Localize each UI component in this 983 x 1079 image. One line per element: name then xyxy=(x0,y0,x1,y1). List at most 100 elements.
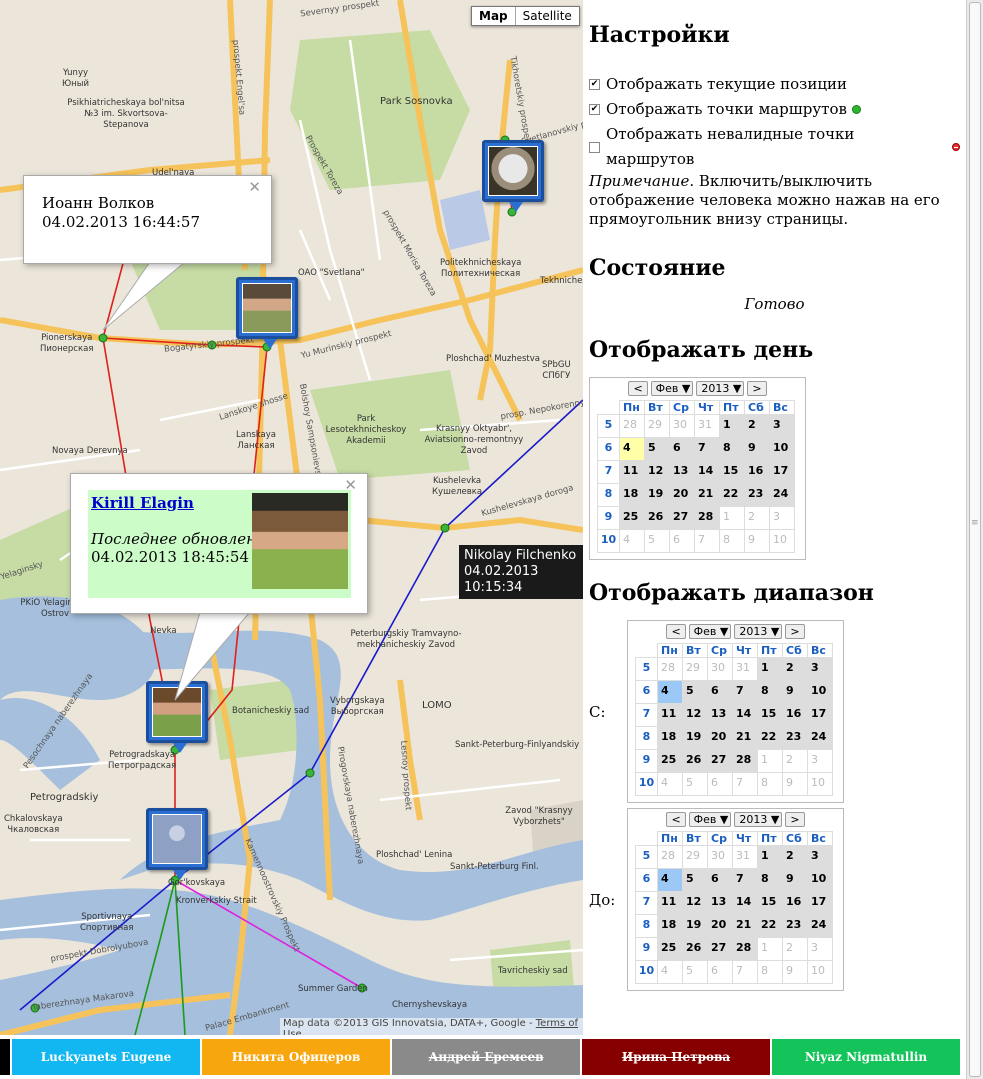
calendar-day[interactable]: 25 xyxy=(657,749,683,773)
calendar-day[interactable]: 30 xyxy=(707,657,733,681)
calendar-day[interactable]: 13 xyxy=(669,460,695,484)
person-toggle[interactable]: Niyaz Nigmatullin xyxy=(772,1039,962,1075)
calendar-day[interactable]: 3 xyxy=(807,657,833,681)
prev-month-button[interactable]: < xyxy=(666,812,686,827)
calendar-day[interactable]: 3 xyxy=(807,749,833,773)
calendar-day[interactable]: 7 xyxy=(732,868,758,892)
calendar-day[interactable]: 1 xyxy=(757,657,783,681)
map[interactable]: Yunyy Юный Psikhiatricheskaya bol'nitsa №… xyxy=(0,0,583,1035)
person-toggle[interactable]: Luckyanets Eugene xyxy=(12,1039,202,1075)
week-number[interactable]: 8 xyxy=(635,726,658,750)
scrollbar[interactable]: ≡ xyxy=(966,0,983,1079)
week-number[interactable]: 6 xyxy=(597,437,620,461)
calendar-day[interactable]: 5 xyxy=(682,960,708,984)
calendar-day[interactable]: 10 xyxy=(769,437,795,461)
week-number[interactable]: 10 xyxy=(597,529,620,553)
calendar-day[interactable]: 13 xyxy=(707,703,733,727)
month-select[interactable]: Фев ▼ xyxy=(688,624,732,639)
calendar-day[interactable]: 5 xyxy=(682,868,708,892)
calendar-day[interactable]: 7 xyxy=(732,772,758,796)
calendar-day[interactable]: 14 xyxy=(732,891,758,915)
calendar-day[interactable]: 17 xyxy=(807,703,833,727)
calendar-day[interactable]: 6 xyxy=(707,960,733,984)
calendar-day[interactable]: 4 xyxy=(657,960,683,984)
person-link[interactable]: Kirill Elagin xyxy=(91,494,194,512)
close-icon[interactable]: ✕ xyxy=(248,178,261,196)
next-month-button[interactable]: > xyxy=(747,381,767,396)
calendar-day[interactable]: 1 xyxy=(757,937,783,961)
calendar-day[interactable]: 27 xyxy=(707,749,733,773)
calendar-day[interactable]: 5 xyxy=(682,772,708,796)
calendar-day[interactable]: 8 xyxy=(757,680,783,704)
option-current-positions[interactable]: ✔ Отображать текущие позиции xyxy=(589,72,960,97)
calendar-day[interactable]: 16 xyxy=(782,703,808,727)
calendar-day[interactable]: 1 xyxy=(757,749,783,773)
calendar-day[interactable]: 6 xyxy=(669,529,695,553)
calendar-day[interactable]: 15 xyxy=(757,891,783,915)
calendar-day[interactable]: 9 xyxy=(782,772,808,796)
calendar-day[interactable]: 6 xyxy=(707,868,733,892)
calendar-day[interactable]: 20 xyxy=(669,483,695,507)
calendar-day[interactable]: 12 xyxy=(682,891,708,915)
calendar-day[interactable]: 10 xyxy=(807,868,833,892)
person-toggle[interactable]: Никита Офицеров xyxy=(202,1039,392,1075)
calendar-day[interactable]: 27 xyxy=(669,506,695,530)
calendar-day[interactable]: 24 xyxy=(807,914,833,938)
to-calendar[interactable]: < Фев ▼ 2013 ▼ > Пн Вт Ср Чт Пт Сб Вс 5 28 29 30 31 1 2 3 6… xyxy=(627,808,844,991)
calendar-day[interactable]: 21 xyxy=(732,726,758,750)
calendar-day[interactable]: 9 xyxy=(782,960,808,984)
calendar-day[interactable]: 29 xyxy=(682,657,708,681)
calendar-day[interactable]: 29 xyxy=(682,845,708,869)
calendar-day[interactable]: 6 xyxy=(669,437,695,461)
calendar-day[interactable]: 2 xyxy=(782,657,808,681)
calendar-day[interactable]: 30 xyxy=(707,845,733,869)
calendar-day[interactable]: 1 xyxy=(757,845,783,869)
calendar-day[interactable]: 10 xyxy=(807,680,833,704)
calendar-day[interactable]: 12 xyxy=(682,703,708,727)
calendar-day[interactable]: 28 xyxy=(619,414,645,438)
calendar-day[interactable]: 8 xyxy=(757,868,783,892)
calendar-day[interactable]: 20 xyxy=(707,914,733,938)
calendar-day[interactable]: 5 xyxy=(644,529,670,553)
calendar-day[interactable]: 28 xyxy=(657,657,683,681)
week-number[interactable]: 6 xyxy=(635,680,658,704)
option-invalid-points[interactable]: Отображать невалидные точки маршрутов xyxy=(589,122,960,172)
calendar-day[interactable]: 9 xyxy=(782,680,808,704)
calendar-day[interactable]: 21 xyxy=(694,483,720,507)
next-month-button[interactable]: > xyxy=(785,812,805,827)
calendar-day[interactable]: 26 xyxy=(682,749,708,773)
calendar-day[interactable]: 2 xyxy=(782,937,808,961)
year-select[interactable]: 2013 ▼ xyxy=(696,381,745,396)
day-calendar[interactable]: < Фев ▼ 2013 ▼ > Пн Вт Ср Чт Пт Сб Вс 5 28 29 30 31 1 2 3 6… xyxy=(589,377,806,560)
checkbox-checked[interactable]: ✔ xyxy=(589,79,600,90)
calendar-day[interactable]: 2 xyxy=(744,506,770,530)
calendar-day[interactable]: 4 xyxy=(619,437,645,461)
calendar-day[interactable]: 21 xyxy=(732,914,758,938)
person-tab-edge[interactable] xyxy=(0,1039,12,1075)
prev-month-button[interactable]: < xyxy=(666,624,686,639)
calendar-day[interactable]: 2 xyxy=(782,749,808,773)
prev-month-button[interactable]: < xyxy=(628,381,648,396)
calendar-day[interactable]: 9 xyxy=(744,437,770,461)
calendar-day[interactable]: 23 xyxy=(782,726,808,750)
calendar-day[interactable]: 4 xyxy=(657,868,683,892)
calendar-day[interactable]: 10 xyxy=(769,529,795,553)
checkbox-unchecked[interactable] xyxy=(589,141,600,153)
calendar-day[interactable]: 16 xyxy=(782,891,808,915)
calendar-day[interactable]: 3 xyxy=(807,937,833,961)
calendar-day[interactable]: 7 xyxy=(732,960,758,984)
checkbox-checked[interactable]: ✔ xyxy=(589,104,600,115)
calendar-day[interactable]: 7 xyxy=(694,437,720,461)
week-number[interactable]: 10 xyxy=(635,960,658,984)
calendar-day[interactable]: 25 xyxy=(657,937,683,961)
scrollbar-thumb[interactable] xyxy=(969,2,981,1077)
calendar-day[interactable]: 5 xyxy=(644,437,670,461)
calendar-day[interactable]: 23 xyxy=(744,483,770,507)
month-select[interactable]: Фев ▼ xyxy=(688,812,732,827)
year-select[interactable]: 2013 ▼ xyxy=(734,624,783,639)
calendar-day[interactable]: 17 xyxy=(807,891,833,915)
calendar-day[interactable]: 19 xyxy=(644,483,670,507)
calendar-day[interactable]: 24 xyxy=(807,726,833,750)
calendar-day[interactable]: 29 xyxy=(644,414,670,438)
week-number[interactable]: 10 xyxy=(635,772,658,796)
